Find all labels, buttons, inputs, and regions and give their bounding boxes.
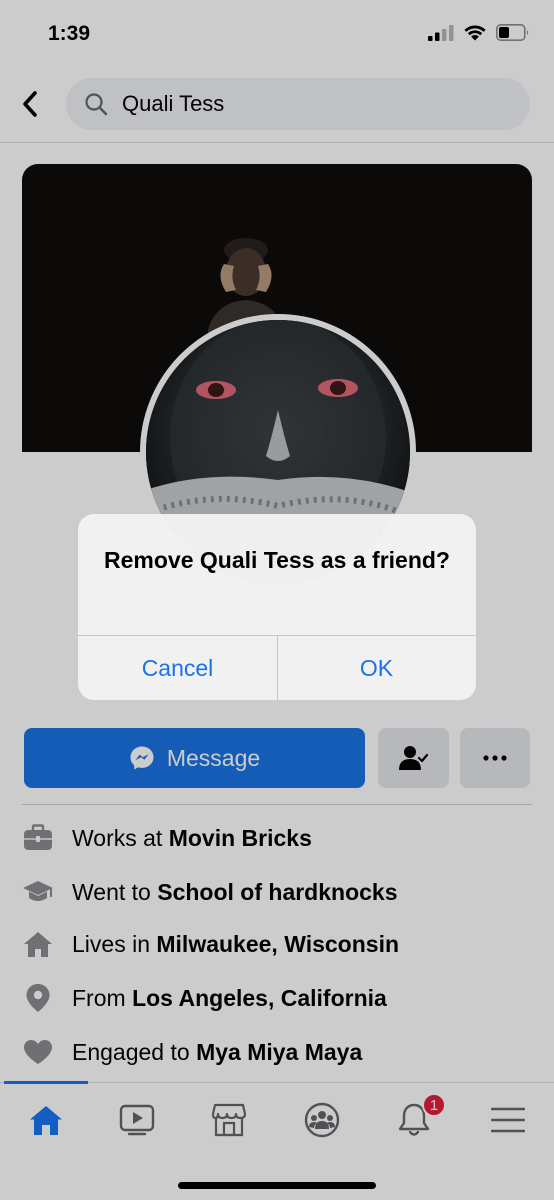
remove-friend-alert: Remove Quali Tess as a friend? Cancel OK — [78, 514, 476, 700]
ok-button[interactable]: OK — [277, 636, 476, 700]
alert-title: Remove Quali Tess as a friend? — [104, 547, 450, 573]
cancel-button[interactable]: Cancel — [78, 636, 277, 700]
